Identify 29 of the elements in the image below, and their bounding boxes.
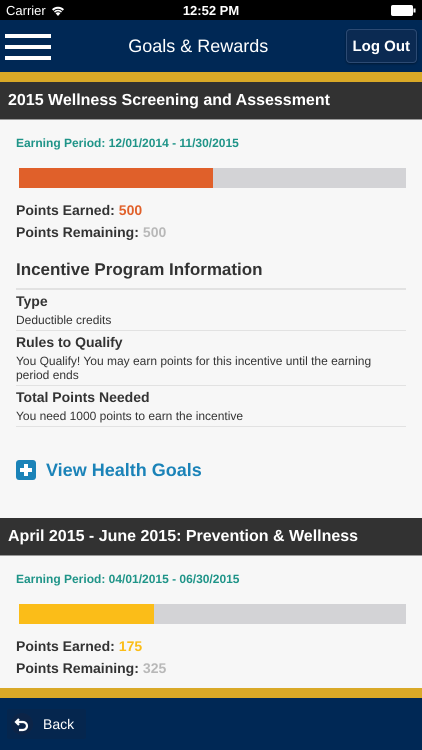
earning-period: Earning Period: 04/01/2015 - 06/30/2015 [16, 571, 240, 588]
points-remaining-label: Points Remaining: [16, 224, 139, 240]
points-remaining-value: 500 [142, 224, 166, 240]
points-earned-value: 500 [118, 202, 142, 218]
log-out-button[interactable]: Log Out [346, 29, 417, 63]
points-earned-label: Points Earned: [16, 202, 115, 218]
info-label: Rules to Qualify [16, 334, 124, 350]
section-header: April 2015 - June 2015: Prevention & Wellness [0, 518, 422, 556]
wifi-icon [50, 4, 65, 16]
info-heading: Incentive Program Information [16, 260, 406, 290]
carrier-label: Carrier [6, 2, 46, 18]
clock-time: 12:52 PM [182, 2, 240, 18]
points-earned-value: 175 [118, 638, 142, 654]
earning-period: Earning Period: 12/01/2014 - 11/30/2015 [16, 135, 240, 152]
info-value: You Qualify! You may earn points for this incentive until the earning period ends [16, 354, 372, 382]
battery-icon [391, 4, 416, 16]
points-remaining-label: Points Remaining: [16, 660, 139, 676]
points-remaining-value: 325 [142, 660, 166, 676]
section-header: 2015 Wellness Screening and Assessment [0, 82, 422, 120]
points-earned-label: Points Earned: [16, 638, 115, 654]
screen-title: Goals & Rewards [127, 36, 270, 56]
info-value: Deductible credits [16, 313, 112, 327]
info-label: Type [16, 293, 49, 309]
info-label: Total Points Needed [16, 389, 151, 405]
plus-icon [16, 460, 36, 480]
info-value: You need 1000 points to earn the incentive [16, 409, 244, 423]
view-health-goals-link[interactable]: View Health Goals [16, 451, 202, 493]
back-button[interactable]: Back [7, 709, 86, 739]
menu-icon[interactable] [5, 34, 51, 60]
